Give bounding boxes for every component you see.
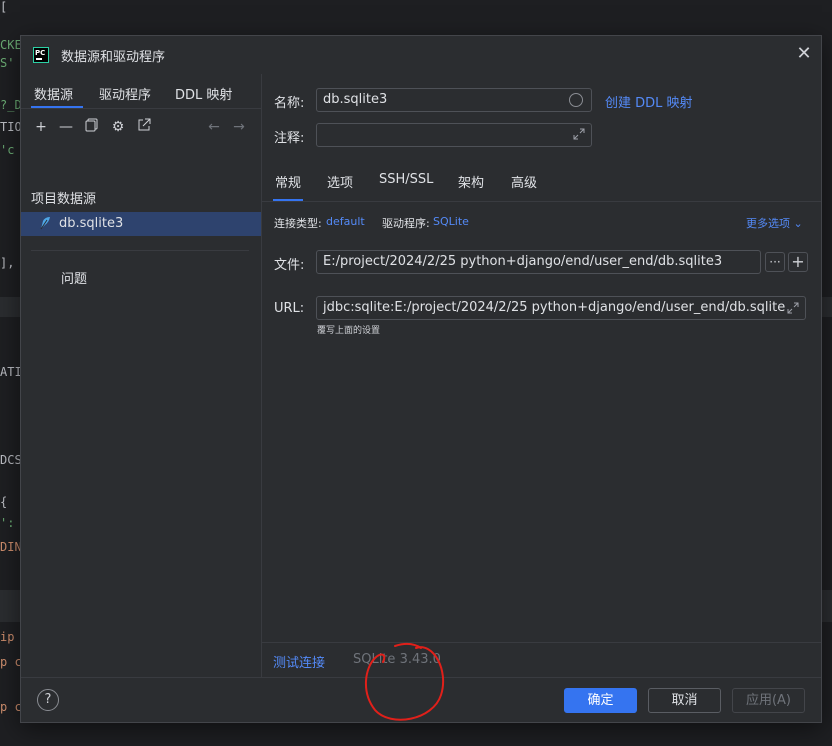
code-fragment: ATI (0, 365, 22, 379)
left-panel: 数据源 驱动程序 DDL 映射 + — ⚙ ← → 项目数据源 db.sqlit… (21, 74, 261, 677)
data-source-label: db.sqlite3 (59, 216, 124, 231)
connection-type-dropdown[interactable]: default (326, 215, 365, 228)
code-fragment: TIO (0, 120, 22, 134)
add-file-button[interactable]: + (788, 252, 808, 272)
tab-options[interactable]: 选项 (327, 172, 353, 191)
more-options-link[interactable]: 更多选项 ⌄ (746, 215, 803, 231)
url-value: jdbc:sqlite:E:/project/2024/2/25 python+… (323, 300, 794, 315)
project-data-sources-heading: 项目数据源 (31, 192, 97, 207)
list-separator (31, 250, 249, 251)
color-picker-circle-icon[interactable] (569, 93, 583, 107)
forward-arrow-icon[interactable]: → (230, 118, 248, 136)
browse-button[interactable]: ··· (765, 252, 785, 272)
dialog-title: 数据源和驱动程序 (61, 50, 166, 65)
url-override-hint: 覆写上面的设置 (317, 326, 381, 336)
duplicate-icon[interactable] (83, 118, 101, 136)
back-arrow-icon[interactable]: ← (205, 118, 223, 136)
footer-separator (262, 642, 821, 643)
expand-icon[interactable] (786, 301, 800, 315)
code-fragment: ], (0, 256, 15, 270)
code-fragment: DCS (0, 453, 22, 467)
code-fragment: ?_D (0, 98, 22, 112)
name-label: 名称: (274, 96, 305, 111)
code-fragment: { (0, 495, 8, 509)
settings-gear-icon[interactable]: ⚙ (109, 118, 127, 136)
help-button[interactable]: ? (37, 689, 59, 711)
tab-general[interactable]: 常规 (275, 172, 301, 191)
cancel-button[interactable]: 取消 (648, 688, 721, 713)
expand-icon[interactable] (572, 127, 586, 141)
more-options-label: 更多选项 (746, 217, 790, 230)
tab-ssh-ssl[interactable]: SSH/SSL (379, 172, 433, 187)
url-label: URL: (274, 301, 305, 316)
dialog-titlebar: PC 数据源和驱动程序 ✕ (21, 36, 821, 74)
code-fragment: p c (0, 700, 22, 714)
sqlite-feather-icon (38, 216, 52, 230)
tab-divider (262, 201, 821, 202)
tab-data-sources[interactable]: 数据源 (34, 84, 73, 103)
problems-item[interactable]: 问题 (61, 268, 87, 287)
code-fragment: ip (0, 630, 15, 644)
name-field[interactable]: db.sqlite3 (316, 88, 592, 112)
red-circle-annotation (365, 642, 445, 721)
driver-dropdown[interactable]: SQLite (433, 215, 469, 228)
file-path-field[interactable]: E:/project/2024/2/25 python+django/end/u… (316, 250, 761, 274)
code-fragment: p c (0, 655, 22, 669)
tab-schemas[interactable]: 架构 (458, 172, 484, 191)
file-label: 文件: (274, 258, 305, 273)
tab-ddl-mappings[interactable]: DDL 映射 (175, 84, 232, 103)
tab-advanced[interactable]: 高级 (511, 172, 537, 191)
tab-drivers[interactable]: 驱动程序 (99, 84, 151, 103)
ok-button[interactable]: 确定 (564, 688, 637, 713)
apply-button[interactable]: 应用(A) (732, 688, 805, 713)
remove-icon[interactable]: — (57, 118, 75, 136)
code-fragment: CKE (0, 38, 22, 52)
connection-type-label: 连接类型: (274, 217, 322, 230)
test-connection-link[interactable]: 测试连接 (273, 652, 325, 671)
tab-divider (21, 108, 261, 109)
data-source-item[interactable] (21, 212, 261, 236)
chevron-down-icon: ⌄ (793, 217, 803, 230)
add-icon[interactable]: + (32, 118, 50, 136)
code-fragment: 'c (0, 143, 15, 157)
code-fragment: ': (0, 516, 15, 530)
code-fragment: DIN (0, 540, 22, 554)
driver-label: 驱动程序: (382, 217, 430, 230)
go-to-external-icon[interactable] (135, 118, 153, 136)
pycharm-logo-icon: PC (33, 47, 49, 63)
close-icon[interactable]: ✕ (795, 45, 813, 63)
create-ddl-mapping-link[interactable]: 创建 DDL 映射 (605, 92, 693, 111)
right-panel (262, 74, 821, 677)
code-fragment: [ (0, 0, 8, 14)
comment-label: 注释: (274, 131, 305, 146)
code-fragment: S' (0, 56, 15, 70)
comment-field[interactable] (316, 123, 592, 147)
name-field-value: db.sqlite3 (323, 92, 388, 107)
data-sources-dialog: PC 数据源和驱动程序 ✕ 数据源 驱动程序 DDL 映射 + — ⚙ ← → … (20, 35, 822, 723)
url-field[interactable]: jdbc:sqlite:E:/project/2024/2/25 python+… (316, 296, 806, 320)
file-path-value: E:/project/2024/2/25 python+django/end/u… (323, 254, 723, 269)
